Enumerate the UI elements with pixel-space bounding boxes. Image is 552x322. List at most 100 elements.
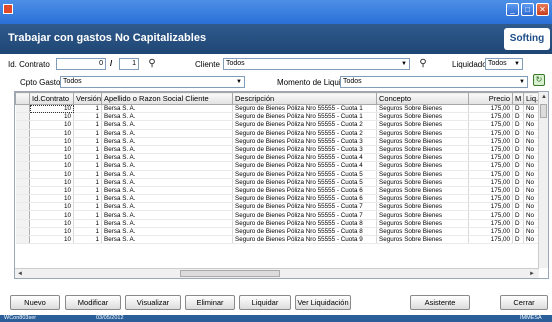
column-header[interactable]: Precio — [468, 92, 513, 105]
id-contrato-input[interactable]: 0 — [56, 58, 106, 70]
table-cell: 175,00 — [468, 145, 513, 155]
column-header[interactable]: Apellido o Razon Social Cliente — [101, 92, 233, 105]
cliente-select[interactable]: Todos ▼ — [223, 58, 410, 70]
vertical-scroll-thumb[interactable] — [540, 104, 547, 118]
scroll-up-icon[interactable]: ▲ — [541, 93, 547, 101]
status-user: WCon803ser — [4, 315, 37, 321]
table-cell: Seguro de Bienes Póliza Nro 55555 - Cuot… — [232, 194, 377, 204]
search-cliente-binoculars-icon[interactable]: ⚲ — [416, 57, 430, 70]
modificar-button[interactable]: Modificar — [65, 295, 121, 310]
table-row[interactable]: 10 1 Bersa S. A. Seguro de Bienes Póliza Nr… — [15, 104, 540, 114]
row-selector[interactable] — [15, 186, 30, 196]
table-cell: Seguros Sobre Bienes — [376, 137, 469, 146]
table-cell: 1 — [73, 210, 102, 220]
horizontal-scroll-thumb[interactable] — [180, 270, 280, 277]
table-cell: D — [512, 170, 524, 179]
column-header[interactable]: Descripción — [232, 92, 377, 105]
table-cell: 1 — [73, 202, 102, 212]
scroll-left-icon[interactable]: ◄ — [17, 270, 23, 278]
table-row[interactable]: 10 1 Bersa S. A. Seguro de Bienes Póliza Nr… — [15, 153, 540, 163]
table-cell: D — [512, 227, 524, 237]
row-selector[interactable] — [15, 235, 30, 245]
column-header[interactable]: Versión — [73, 92, 102, 105]
row-selector[interactable] — [15, 210, 30, 220]
table-cell: Seguros Sobre Bienes — [376, 235, 469, 245]
table-cell: Seguros Sobre Bienes — [376, 129, 469, 138]
visualizar-button[interactable]: Visualizar — [125, 295, 181, 310]
table-row[interactable]: 10 1 Bersa S. A. Seguro de Bienes Póliza Nr… — [15, 129, 540, 138]
status-company: IMMESA — [520, 315, 542, 321]
column-header[interactable]: Concepto — [376, 92, 469, 105]
table-row[interactable]: 10 1 Bersa S. A. Seguro de Bienes Póliza Nr… — [15, 210, 540, 220]
column-header[interactable]: M — [512, 92, 524, 105]
row-selector[interactable] — [15, 153, 30, 163]
row-selector[interactable] — [15, 178, 30, 187]
table-cell: 175,00 — [468, 161, 513, 171]
table-cell: Seguro de Bienes Póliza Nro 55555 - Cuot… — [232, 129, 377, 138]
table-cell: Seguros Sobre Bienes — [376, 170, 469, 179]
table-cell: 10 — [29, 194, 74, 204]
table-cell: 175,00 — [468, 194, 513, 204]
row-selector[interactable] — [15, 170, 30, 179]
table-cell: 1 — [73, 112, 102, 122]
table-row[interactable]: 10 1 Bersa S. A. Seguro de Bienes Póliza Nr… — [15, 112, 540, 122]
close-window-button[interactable]: ✕ — [536, 3, 549, 16]
horizontal-scrollbar[interactable]: ◄ ► — [15, 268, 539, 278]
liquidar-button[interactable]: Liquidar — [239, 295, 291, 310]
table-row[interactable]: 10 1 Bersa S. A. Seguro de Bienes Póliza Nr… — [15, 120, 540, 130]
table-cell: Seguro de Bienes Póliza Nro 55555 - Cuot… — [232, 145, 377, 155]
row-selector[interactable] — [15, 161, 30, 171]
page-title: Trabajar con gastos No Capitalizables — [8, 32, 207, 44]
search-contrato-binoculars-icon[interactable]: ⚲ — [145, 57, 159, 70]
nuevo-button[interactable]: Nuevo — [10, 295, 60, 310]
table-row[interactable]: 10 1 Bersa S. A. Seguro de Bienes Póliza Nr… — [15, 202, 540, 212]
table-cell: 10 — [29, 210, 74, 220]
row-selector[interactable] — [15, 112, 30, 122]
table-row[interactable]: 10 1 Bersa S. A. Seguro de Bienes Póliza Nr… — [15, 145, 540, 155]
row-selector[interactable] — [15, 219, 30, 228]
table-row[interactable]: 10 1 Bersa S. A. Seguro de Bienes Póliza Nr… — [15, 194, 540, 204]
table-cell: 1 — [73, 104, 102, 114]
table-row[interactable]: 10 1 Bersa S. A. Seguro de Bienes Póliza Nr… — [15, 186, 540, 196]
table-cell: 175,00 — [468, 129, 513, 138]
table-cell: Bersa S. A. — [101, 170, 233, 179]
row-selector[interactable] — [15, 202, 30, 212]
version-input[interactable]: 1 — [119, 58, 139, 70]
table-cell: D — [512, 178, 524, 187]
table-row[interactable]: 10 1 Bersa S. A. Seguro de Bienes Póliza Nr… — [15, 178, 540, 187]
row-selector[interactable] — [15, 227, 30, 237]
row-selector[interactable] — [15, 120, 30, 130]
ver-liquidacion-button[interactable]: Ver Liquidación — [295, 295, 351, 310]
table-row[interactable]: 10 1 Bersa S. A. Seguro de Bienes Póliza Nr… — [15, 170, 540, 179]
liquidado-select[interactable]: Todos ▼ — [485, 58, 523, 70]
scroll-right-icon[interactable]: ► — [529, 270, 535, 278]
table-cell: D — [512, 186, 524, 196]
cerrar-button[interactable]: Cerrar — [500, 295, 548, 310]
separator-slash: / — [110, 59, 113, 68]
column-header[interactable]: Id.Contrato — [29, 92, 74, 105]
minimize-button[interactable]: _ — [506, 3, 519, 16]
table-row[interactable]: 10 1 Bersa S. A. Seguro de Bienes Póliza Nr… — [15, 227, 540, 237]
table-row[interactable]: 10 1 Bersa S. A. Seguro de Bienes Póliza Nr… — [15, 219, 540, 228]
row-selector[interactable] — [15, 194, 30, 204]
table-cell: 175,00 — [468, 219, 513, 228]
row-selector[interactable] — [15, 129, 30, 138]
row-selector[interactable] — [15, 137, 30, 146]
table-row[interactable]: 10 1 Bersa S. A. Seguro de Bienes Póliza Nr… — [15, 137, 540, 146]
vertical-scrollbar[interactable]: ▲ — [538, 92, 548, 268]
cliente-select-value: Todos — [226, 60, 245, 67]
cpto-gasto-label: Cpto Gasto — [20, 78, 61, 87]
eliminar-button[interactable]: Eliminar — [185, 295, 235, 310]
refresh-icon[interactable]: ↻ — [533, 74, 545, 86]
table-cell: Seguro de Bienes Póliza Nro 55555 - Cuot… — [232, 120, 377, 130]
table-cell: Seguros Sobre Bienes — [376, 194, 469, 204]
momento-liquidacion-select[interactable]: Todos ▼ — [340, 76, 528, 88]
table-row[interactable]: 10 1 Bersa S. A. Seguro de Bienes Póliza Nr… — [15, 235, 540, 245]
maximize-button[interactable]: □ — [521, 3, 534, 16]
table-cell: D — [512, 129, 524, 138]
asistente-button[interactable]: Asistente — [410, 295, 470, 310]
cpto-gasto-select[interactable]: Todos ▼ — [60, 76, 245, 88]
row-selector[interactable] — [15, 104, 30, 114]
row-selector[interactable] — [15, 145, 30, 155]
table-row[interactable]: 10 1 Bersa S. A. Seguro de Bienes Póliza Nr… — [15, 161, 540, 171]
